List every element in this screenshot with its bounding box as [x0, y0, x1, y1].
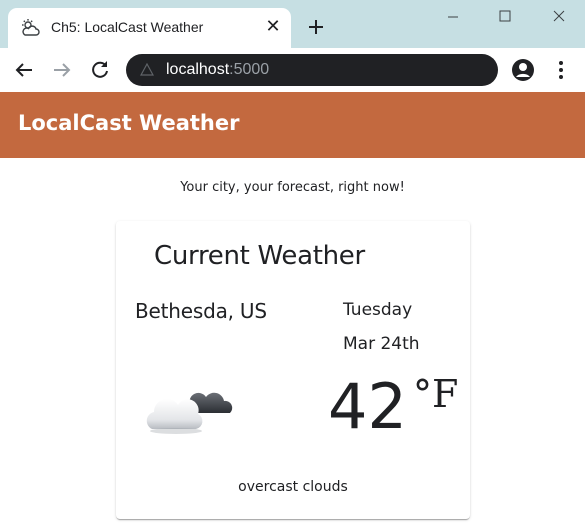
new-tab-button[interactable] [305, 16, 327, 38]
browser-tab-strip: Ch5: LocalCast Weather ✕ [0, 0, 585, 48]
close-tab-icon[interactable]: ✕ [263, 16, 283, 36]
url-port: :5000 [229, 61, 270, 78]
tab-title: Ch5: LocalCast Weather [51, 19, 204, 35]
tagline: Your city, your forecast, right now! [180, 180, 405, 195]
app-toolbar: LocalCast Weather [0, 92, 585, 158]
browser-tab[interactable]: Ch5: LocalCast Weather ✕ [8, 8, 291, 48]
temperature-value: 42 [328, 370, 407, 443]
card-title: Current Weather [154, 241, 365, 271]
url-host: localhost [166, 61, 230, 78]
weather-date: Mar 24th [343, 334, 420, 354]
close-icon [553, 10, 565, 22]
weather-app-icon [22, 19, 40, 36]
weather-day: Tuesday [343, 300, 413, 320]
url-text: localhost:5000 [166, 60, 269, 80]
profile-icon[interactable] [511, 58, 535, 82]
back-arrow-icon[interactable] [12, 58, 36, 82]
maximize-button[interactable] [494, 6, 516, 26]
app-title: LocalCast Weather [18, 111, 240, 135]
more-vert-icon[interactable] [551, 58, 571, 82]
reload-icon[interactable] [88, 58, 112, 82]
plus-icon [309, 20, 323, 34]
temperature-unit: °F [413, 372, 459, 416]
forward-arrow-icon[interactable] [50, 58, 74, 82]
minimize-button[interactable] [442, 6, 464, 26]
window-close-button[interactable] [548, 6, 570, 26]
weather-description: overcast clouds [238, 479, 348, 495]
current-weather-card: Current Weather Bethesda, US Tuesday Mar… [116, 221, 470, 519]
address-bar[interactable]: localhost:5000 [126, 54, 498, 86]
city-name: Bethesda, US [135, 299, 267, 323]
minimize-icon [448, 16, 458, 18]
info-icon[interactable] [140, 63, 154, 77]
maximize-icon [499, 10, 511, 22]
browser-toolbar: localhost:5000 [0, 48, 585, 92]
overcast-clouds-icon [146, 392, 233, 434]
